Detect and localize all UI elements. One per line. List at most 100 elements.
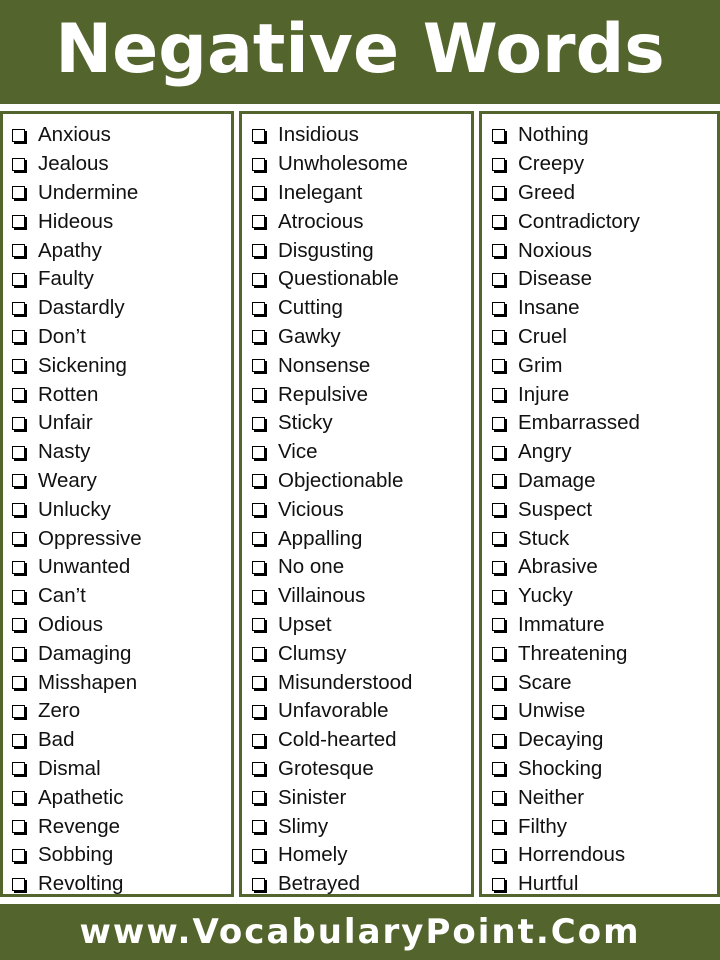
word-item: Unwise: [482, 697, 717, 726]
word-item: Gawky: [242, 323, 471, 352]
checkbox-icon: [492, 877, 505, 891]
word-label: Injure: [518, 382, 570, 406]
word-label: Immature: [518, 612, 605, 636]
word-label: Questionable: [278, 267, 399, 291]
checkbox-icon: [12, 359, 25, 373]
checkbox-icon: [12, 589, 25, 603]
checkbox-icon: [492, 157, 505, 171]
word-label: Jealous: [38, 152, 109, 176]
checkbox-icon: [492, 416, 505, 430]
checkbox-icon: [252, 359, 265, 373]
word-item: Vicious: [242, 495, 471, 524]
word-label: Unwanted: [38, 555, 131, 579]
word-item: Cold-hearted: [242, 726, 471, 755]
word-item: Unfair: [3, 409, 231, 438]
word-label: Nasty: [38, 440, 91, 464]
page-title: Negative Words: [55, 10, 665, 89]
word-label: Sinister: [278, 785, 347, 809]
word-item: Sticky: [242, 409, 471, 438]
checkbox-icon: [252, 416, 265, 430]
word-item: Disease: [482, 265, 717, 294]
checkbox-icon: [252, 820, 265, 834]
word-label: Greed: [518, 180, 575, 204]
word-item: Faulty: [3, 265, 231, 294]
checkbox-icon: [252, 560, 265, 574]
word-label: Yucky: [518, 584, 573, 608]
checkbox-icon: [492, 445, 505, 459]
checkbox-icon: [492, 215, 505, 229]
checkbox-icon: [12, 733, 25, 747]
checkbox-icon: [12, 330, 25, 344]
word-label: Unfavorable: [278, 699, 389, 723]
checkbox-icon: [252, 618, 265, 632]
word-item: Undermine: [3, 179, 231, 208]
word-item: Dastardly: [3, 294, 231, 323]
checkbox-icon: [12, 301, 25, 315]
word-label: Apathetic: [38, 785, 124, 809]
word-item: Neither: [482, 783, 717, 812]
checkbox-icon: [492, 676, 505, 690]
word-item: Bad: [3, 726, 231, 755]
word-label: Inelegant: [278, 180, 363, 204]
word-label: Misunderstood: [278, 670, 413, 694]
word-label: Contradictory: [518, 209, 640, 233]
word-label: Anxious: [38, 123, 111, 147]
word-item: Apathy: [3, 236, 231, 265]
checkbox-icon: [492, 186, 505, 200]
checkbox-icon: [252, 647, 265, 661]
word-item: Upset: [242, 611, 471, 640]
word-label: Nonsense: [278, 353, 371, 377]
checkbox-icon: [12, 791, 25, 805]
word-item: Sinister: [242, 783, 471, 812]
checkbox-icon: [252, 704, 265, 718]
word-label: Cruel: [518, 324, 567, 348]
checkbox-icon: [12, 445, 25, 459]
word-item: Grotesque: [242, 755, 471, 784]
checkbox-icon: [252, 762, 265, 776]
checkbox-icon: [12, 704, 25, 718]
word-label: Odious: [38, 612, 103, 636]
checkbox-icon: [492, 704, 505, 718]
checkbox-icon: [252, 388, 265, 402]
word-item: Insidious: [242, 121, 471, 150]
word-item: Jealous: [3, 150, 231, 179]
checkbox-icon: [492, 647, 505, 661]
word-label: Sickening: [38, 353, 127, 377]
word-label: Insane: [518, 296, 580, 320]
word-item: Nothing: [482, 121, 717, 150]
word-label: Sobbing: [38, 843, 114, 867]
word-label: Abrasive: [518, 555, 598, 579]
checkbox-icon: [12, 848, 25, 862]
checkbox-icon: [492, 272, 505, 286]
checkbox-icon: [252, 157, 265, 171]
word-item: Threatening: [482, 639, 717, 668]
word-item: Betrayed: [242, 870, 471, 899]
word-item: Noxious: [482, 236, 717, 265]
word-label: Appalling: [278, 526, 363, 550]
word-item: Embarrassed: [482, 409, 717, 438]
word-column-1: Anxious Jealous Undermine Hideous Apathy Faul…: [0, 111, 234, 897]
word-label: Slimy: [278, 814, 329, 838]
word-label: Noxious: [518, 238, 593, 262]
checkbox-icon: [252, 186, 265, 200]
word-label: Damage: [518, 468, 596, 492]
word-label: Bad: [38, 728, 75, 752]
word-label: Rotten: [38, 382, 99, 406]
word-label: Shocking: [518, 756, 603, 780]
word-label: Decaying: [518, 728, 604, 752]
word-label: Angry: [518, 440, 572, 464]
word-item: Odious: [3, 611, 231, 640]
word-label: Unwise: [518, 699, 586, 723]
word-label: Horrendous: [518, 843, 626, 867]
checkbox-icon: [492, 301, 505, 315]
word-item: Objectionable: [242, 467, 471, 496]
checkbox-icon: [12, 762, 25, 776]
checkbox-icon: [252, 589, 265, 603]
checkbox-icon: [12, 532, 25, 546]
word-item: Hideous: [3, 207, 231, 236]
checkbox-icon: [492, 532, 505, 546]
checkbox-icon: [252, 676, 265, 690]
word-list-area: Anxious Jealous Undermine Hideous Apathy Faul…: [0, 104, 720, 904]
checkbox-icon: [12, 877, 25, 891]
word-label: Filthy: [518, 814, 567, 838]
